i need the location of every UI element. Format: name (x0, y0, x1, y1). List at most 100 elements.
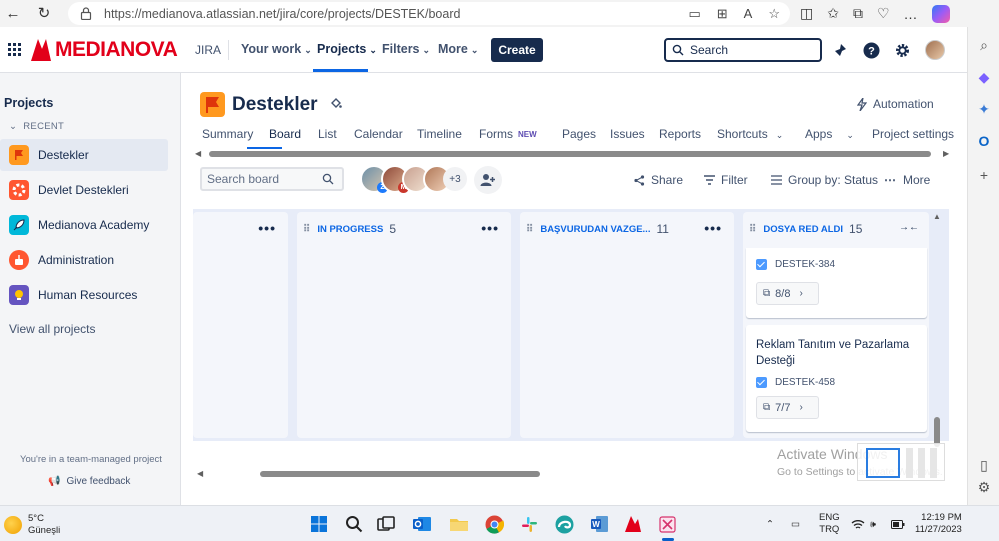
search-icon[interactable]: ⌕ (976, 37, 992, 53)
add-people-button[interactable] (474, 166, 502, 194)
column-menu-icon[interactable]: ••• (704, 220, 722, 236)
collapse-column-icon[interactable]: →← (899, 222, 919, 233)
app-switcher-icon[interactable] (8, 43, 21, 56)
tab-apps[interactable]: Apps ⌄ (805, 127, 854, 141)
volume-icon[interactable]: 🕪 (870, 506, 876, 541)
browser-essentials-icon[interactable]: ♡ (877, 5, 890, 22)
show-hidden-icons[interactable]: ⌃ (766, 506, 774, 541)
tab-forms[interactable]: Forms NEW (479, 127, 537, 141)
tab-timeline[interactable]: Timeline (417, 127, 462, 141)
more-avatars-button[interactable]: +3 (443, 167, 467, 191)
medianova-logo[interactable]: MEDIANOVA (31, 38, 178, 62)
copilot-icon[interactable] (931, 4, 950, 23)
back-icon[interactable]: ← (0, 0, 26, 26)
address-bar[interactable]: https://medianova.atlassian.net/jira/cor… (68, 2, 790, 25)
tab-shortcuts[interactable]: Shortcuts ⌄ (717, 127, 783, 141)
column-menu-icon[interactable]: ••• (481, 220, 499, 236)
recent-section-label[interactable]: ⌄ RECENT (9, 121, 64, 132)
subtasks-button[interactable]: ⧉ 7/7 › (756, 396, 819, 419)
tab-project-settings[interactable]: Project settings (872, 127, 954, 141)
filter-button[interactable]: Filter (704, 173, 748, 187)
language-indicator[interactable]: ENG TRQ (819, 506, 840, 541)
nav-projects[interactable]: Projects ⌄ (317, 42, 377, 56)
windows-start-icon[interactable] (307, 512, 331, 536)
wifi-icon[interactable] (851, 506, 865, 541)
view-all-projects-link[interactable]: View all projects (9, 322, 95, 336)
sidebar-item-destekler[interactable]: Destekler (0, 139, 168, 171)
sidebar-item-administration[interactable]: Administration (0, 244, 168, 276)
scroll-up-icon[interactable]: ▲ (933, 212, 941, 221)
give-feedback-link[interactable]: 📢 Give feedback (48, 476, 130, 487)
share-button[interactable]: Share (634, 173, 683, 187)
issue-card[interactable]: Reklam Tanıtım ve Pazarlama Desteği DEST… (746, 325, 927, 432)
taskbar-search-icon[interactable] (342, 512, 366, 536)
issue-card[interactable]: DESTEK-384 ⧉ 8/8 › (746, 248, 927, 318)
user-avatar[interactable] (925, 40, 945, 60)
sidebar-item-human-resources[interactable]: Human Resources (0, 279, 168, 311)
search-board-input[interactable]: Search board (200, 167, 344, 191)
nav-filters[interactable]: Filters ⌄ (382, 42, 430, 56)
outlook-icon[interactable]: O (976, 133, 992, 149)
weather-widget[interactable]: 5°C Güneşli (4, 513, 60, 537)
file-explorer-icon[interactable] (447, 512, 471, 536)
paint-bucket-icon[interactable] (330, 97, 342, 112)
group-by-button[interactable]: Group by: Status (771, 173, 878, 187)
favorite-star-icon[interactable]: ☆ (768, 6, 780, 22)
settings-gear-icon[interactable] (893, 41, 911, 59)
scroll-right-icon[interactable]: ▶ (943, 149, 949, 158)
more-options-button[interactable]: ⋯ More (884, 173, 930, 187)
sidebar-item-medianova-academy[interactable]: Medianova Academy (0, 209, 168, 241)
shopping-icon[interactable]: ◆ (976, 69, 992, 85)
tools-icon[interactable]: ✦ (976, 101, 992, 117)
drag-handle-icon[interactable]: ⠿ (749, 224, 756, 235)
create-button[interactable]: Create (491, 38, 543, 62)
column-menu-icon[interactable]: ••• (258, 220, 276, 236)
refresh-icon[interactable]: ↻ (31, 0, 57, 26)
board-column-basvurudan-vazgecti: ⠿ BAŞVURUDAN VAZGE... 11 ••• (520, 212, 734, 438)
slack-icon[interactable] (517, 512, 541, 536)
snipping-tool-icon[interactable] (655, 512, 679, 536)
subtasks-button[interactable]: ⧉ 8/8 › (756, 282, 819, 305)
outlook-taskbar-icon[interactable] (410, 512, 434, 536)
tab-reports[interactable]: Reports (659, 127, 701, 141)
sidebar-item-devlet-destekleri[interactable]: Devlet Destekleri (0, 174, 168, 206)
drag-handle-icon[interactable]: ⠿ (303, 224, 310, 235)
help-icon[interactable]: ? (862, 41, 880, 59)
scroll-left-icon[interactable]: ◀ (195, 149, 201, 158)
tabs-scrollbar[interactable]: ◀ ▶ (195, 149, 951, 158)
tab-pages[interactable]: Pages (562, 127, 596, 141)
sidebar-toggle-icon[interactable]: ▯ (976, 457, 992, 473)
tab-calendar[interactable]: Calendar (354, 127, 403, 141)
tab-issues[interactable]: Issues (610, 127, 645, 141)
favorites-icon[interactable]: ✩ (827, 5, 839, 22)
tab-list[interactable]: List (318, 127, 337, 141)
add-icon[interactable]: + (976, 167, 992, 183)
medianova-app-icon[interactable] (621, 512, 645, 536)
read-mode-icon[interactable]: ▭ (688, 6, 700, 22)
apps-icon[interactable]: ⊞ (717, 6, 728, 22)
tab-summary[interactable]: Summary (202, 127, 253, 141)
collections-icon[interactable]: ⧉ (853, 5, 863, 22)
sidebar-settings-icon[interactable]: ⚙ (976, 479, 992, 495)
battery-icon[interactable] (891, 506, 905, 541)
scroll-left-icon[interactable]: ◀ (197, 469, 203, 478)
board-vertical-scrollbar[interactable]: ▲ (933, 212, 941, 447)
nav-divider (228, 40, 229, 60)
automation-button[interactable]: Automation (857, 97, 934, 111)
snap-layout-preview[interactable] (857, 443, 945, 481)
tab-board[interactable]: Board (269, 127, 301, 141)
word-icon[interactable]: W (587, 512, 611, 536)
chrome-icon[interactable] (482, 512, 506, 536)
notifications-icon[interactable] (832, 41, 850, 59)
global-search-input[interactable]: Search (664, 38, 822, 62)
system-clock[interactable]: 12:19 PM 11/27/2023 (915, 512, 962, 536)
drag-handle-icon[interactable]: ⠿ (526, 224, 533, 235)
nav-more[interactable]: More ⌄ (438, 42, 478, 56)
split-screen-icon[interactable]: ◫ (800, 5, 813, 22)
keyboard-icon[interactable]: ▭ (791, 506, 800, 541)
settings-more-icon[interactable]: … (904, 6, 918, 22)
read-aloud-icon[interactable]: A (744, 6, 753, 21)
task-view-icon[interactable] (374, 512, 398, 536)
nav-your-work[interactable]: Your work ⌄ (241, 42, 312, 56)
edge-browser-icon[interactable] (552, 512, 576, 536)
